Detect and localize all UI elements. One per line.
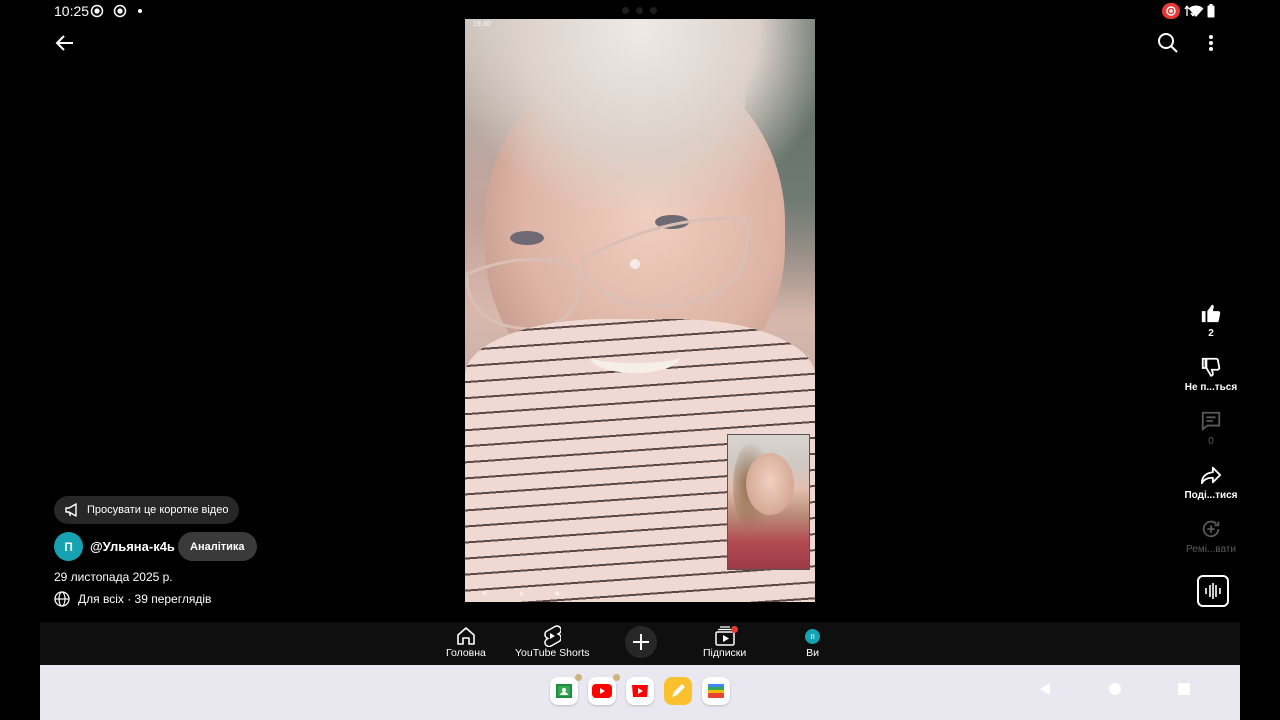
- nav-shorts-label: YouTube Shorts: [515, 647, 590, 659]
- audio-waveform-icon: [1205, 583, 1221, 599]
- visibility-info: Для всіх · 39 переглядів: [54, 591, 211, 607]
- channel-avatar[interactable]: П: [54, 532, 83, 561]
- dock-app-notes[interactable]: [664, 677, 692, 705]
- search-icon: [1158, 33, 1178, 53]
- system-back-icon[interactable]: [1038, 682, 1052, 696]
- nav-subscriptions-label: Підписки: [703, 647, 747, 659]
- dislike-button[interactable]: Не п...ться: [1180, 356, 1242, 393]
- channel-handle[interactable]: @Ульяна-к4ь: [90, 539, 175, 554]
- nav-you-label: Ви: [806, 647, 819, 659]
- bottom-navigation: Головна YouTube Shorts Підписки п Ви: [40, 622, 1240, 665]
- back-button[interactable]: [49, 27, 81, 59]
- dock-app-youtube[interactable]: [588, 674, 620, 705]
- system-home-icon[interactable]: [1108, 682, 1122, 696]
- visibility-text: Для всіх · 39 переглядів: [78, 592, 212, 606]
- arrow-left-icon: [55, 35, 73, 51]
- remix-button[interactable]: Ремі...вати: [1180, 518, 1242, 555]
- nav-home[interactable]: Головна: [446, 625, 486, 659]
- share-icon: [1200, 466, 1222, 485]
- dock-app-youtube-kids[interactable]: [626, 677, 654, 705]
- share-label: Поді...тися: [1184, 490, 1238, 501]
- nav-subscriptions[interactable]: Підписки: [703, 625, 746, 659]
- promote-label: Просувати це коротке відео: [87, 504, 229, 516]
- video-subject-smile: [590, 341, 680, 373]
- more-options-button[interactable]: [1195, 27, 1227, 59]
- plus-icon: [633, 634, 649, 650]
- dislike-label: Не п...ться: [1184, 382, 1238, 393]
- remix-icon: [1202, 520, 1220, 538]
- like-button[interactable]: 2: [1180, 302, 1242, 339]
- youtube-kids-icon: [632, 685, 648, 697]
- classroom-notification-dot: [575, 674, 582, 681]
- share-button[interactable]: Поді...тися: [1180, 464, 1242, 501]
- thumbs-up-icon: [1201, 304, 1221, 323]
- dock-app-wallet[interactable]: [702, 677, 730, 705]
- comment-icon: [1201, 411, 1221, 432]
- camera-cutout: [622, 7, 657, 14]
- video-embedded-time: 19:30: [473, 21, 491, 28]
- classroom-icon: [556, 684, 572, 698]
- create-button[interactable]: [625, 626, 657, 658]
- pip-subject-face: [746, 453, 794, 515]
- shorts-icon: [544, 625, 562, 647]
- you-avatar: п: [805, 628, 820, 644]
- home-icon: [457, 627, 475, 645]
- video-embedded-nav: ▼ ● ■: [480, 589, 560, 598]
- search-button[interactable]: [1152, 27, 1184, 59]
- sound-button[interactable]: [1197, 575, 1229, 607]
- system-taskbar: [40, 665, 1240, 720]
- youtube-notification-dot: [613, 674, 620, 681]
- nav-you[interactable]: п Ви: [805, 625, 820, 659]
- megaphone-icon: [65, 503, 77, 517]
- like-count: 2: [1208, 328, 1214, 339]
- remix-label: Ремі...вати: [1186, 544, 1236, 555]
- thumbs-down-icon: [1201, 357, 1221, 377]
- dot-icon: [138, 9, 142, 13]
- video-subject-hair: [465, 19, 815, 209]
- promote-short-button[interactable]: Просувати це коротке відео: [54, 496, 240, 524]
- avatar-letter: П: [64, 539, 73, 554]
- analytics-label: Аналітика: [190, 540, 245, 553]
- screen-record-icon: [1162, 3, 1180, 19]
- pencil-icon: [672, 684, 685, 697]
- system-recents-icon[interactable]: [1177, 682, 1191, 696]
- youtube-icon: [592, 684, 612, 698]
- battery-icon: [1207, 4, 1215, 18]
- more-vert-icon: [1209, 35, 1213, 51]
- subscriptions-notification-dot: [730, 626, 738, 633]
- status-time: 10:25: [54, 3, 90, 19]
- publish-date: 29 листопада 2025 р.: [54, 570, 173, 584]
- video-glasses: [465, 217, 749, 331]
- wallet-icon: [708, 684, 724, 698]
- comments-button[interactable]: 0: [1180, 410, 1242, 447]
- record-icon-2: [113, 4, 127, 18]
- dock-app-classroom[interactable]: [550, 674, 582, 705]
- globe-icon: [54, 591, 70, 607]
- comment-count: 0: [1208, 436, 1214, 447]
- nav-shorts[interactable]: YouTube Shorts: [515, 625, 590, 659]
- record-icon: [90, 4, 104, 18]
- nav-home-label: Головна: [446, 647, 486, 659]
- analytics-button[interactable]: Аналітика: [178, 532, 257, 561]
- wifi-icon: [1188, 5, 1204, 17]
- video-pip-inset: [727, 434, 810, 570]
